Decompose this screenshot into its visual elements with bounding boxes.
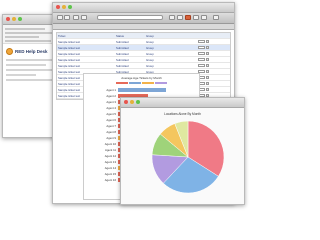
toolbar-button[interactable] [213, 15, 219, 20]
zoom-icon[interactable] [18, 17, 22, 21]
cell: Sample ticket text [58, 39, 81, 44]
bar-label: Agent 7 [106, 124, 116, 128]
zoom-icon[interactable] [136, 100, 140, 104]
active-toolbar-button[interactable] [185, 15, 191, 20]
address-bar[interactable] [97, 15, 163, 20]
bar-label: Agent 1 [106, 88, 116, 92]
row-action-icon[interactable] [206, 40, 209, 43]
bar-label: Agent 2 [106, 94, 116, 98]
cell: Group [146, 63, 154, 68]
legend-swatch [155, 82, 167, 84]
brand-text: RED Help Desk [15, 49, 48, 54]
cell: Submitted [116, 51, 129, 56]
column-header[interactable]: Status [115, 34, 145, 38]
minimize-icon[interactable] [130, 100, 134, 104]
row-action-icon[interactable] [206, 76, 209, 79]
close-icon[interactable] [6, 17, 10, 21]
bar-label: Agent 5 [106, 112, 116, 116]
cell: Submitted [116, 45, 129, 50]
toolbar-button[interactable] [177, 15, 183, 20]
row-select[interactable] [198, 40, 205, 43]
legend-swatch [116, 82, 128, 84]
reload-button[interactable] [81, 15, 87, 20]
bar-label: Agent 13 [104, 160, 116, 164]
pie-chart [151, 120, 225, 194]
bar-label: Agent 10 [104, 142, 116, 146]
legend-swatch [129, 82, 141, 84]
row-action-icon[interactable] [206, 82, 209, 85]
bar [118, 88, 166, 92]
bar-label: Agent 15 [104, 172, 116, 176]
report-legend [84, 82, 199, 84]
report-title: Average Age Tickets by Month [121, 76, 162, 80]
bar-label: Agent 3 [106, 100, 116, 104]
cell: Sample ticket text [58, 45, 81, 50]
cell: Submitted [116, 39, 129, 44]
email-body-line [6, 64, 46, 66]
cell: Group [146, 45, 154, 50]
cell: Submitted [116, 63, 129, 68]
toolbar-button[interactable] [169, 15, 175, 20]
back-button[interactable] [57, 15, 63, 20]
minimize-icon[interactable] [12, 17, 16, 21]
row-action-icon[interactable] [206, 58, 209, 61]
browser-titlebar [53, 3, 234, 13]
cell: Sample ticket text [58, 63, 81, 68]
bar-label: Agent 14 [104, 166, 116, 170]
cell: Group [146, 51, 154, 56]
toolbar-button[interactable] [201, 15, 207, 20]
email-body-line [6, 59, 56, 61]
minimize-icon[interactable] [62, 5, 66, 9]
cell: Submitted [116, 57, 129, 62]
cell: Sample ticket text [58, 57, 81, 62]
column-header[interactable]: Group [145, 34, 175, 38]
toolbar-button[interactable] [193, 15, 199, 20]
pie-titlebar [121, 98, 244, 108]
row-action-icon[interactable] [206, 46, 209, 49]
row-action-icon[interactable] [206, 52, 209, 55]
email-body-line [6, 74, 36, 76]
row-select[interactable] [198, 58, 205, 61]
bar-label: Agent 11 [105, 148, 116, 152]
close-icon[interactable] [56, 5, 60, 9]
row-select[interactable] [198, 64, 205, 67]
row-action-icon[interactable] [206, 64, 209, 67]
browser-toolbar [53, 13, 234, 24]
cell: Group [146, 57, 154, 62]
bar-label: Agent 9 [106, 136, 116, 140]
bar-label: Agent 12 [104, 154, 116, 158]
row-select[interactable] [198, 46, 205, 49]
bar-label: Agent 8 [106, 130, 116, 134]
home-button[interactable] [73, 15, 79, 20]
bar-label: Agent 6 [106, 118, 116, 122]
help-desk-logo-icon [6, 48, 13, 55]
row-action-icon[interactable] [206, 70, 209, 73]
cell: Sample ticket text [58, 51, 81, 56]
forward-button[interactable] [64, 15, 70, 20]
row-action-icon[interactable] [206, 88, 209, 91]
email-body-line [6, 79, 54, 81]
tab-strip[interactable] [53, 24, 234, 30]
close-icon[interactable] [124, 100, 128, 104]
bar-label: Agent 4 [106, 106, 116, 110]
legend-swatch [142, 82, 154, 84]
column-header[interactable]: Ticket [57, 34, 115, 38]
row-select[interactable] [198, 52, 205, 55]
bar-label: Agent 16 [104, 178, 116, 182]
cell: Group [146, 39, 154, 44]
pie-chart-window: Locations Alone By Month [120, 97, 245, 205]
zoom-icon[interactable] [68, 5, 72, 9]
